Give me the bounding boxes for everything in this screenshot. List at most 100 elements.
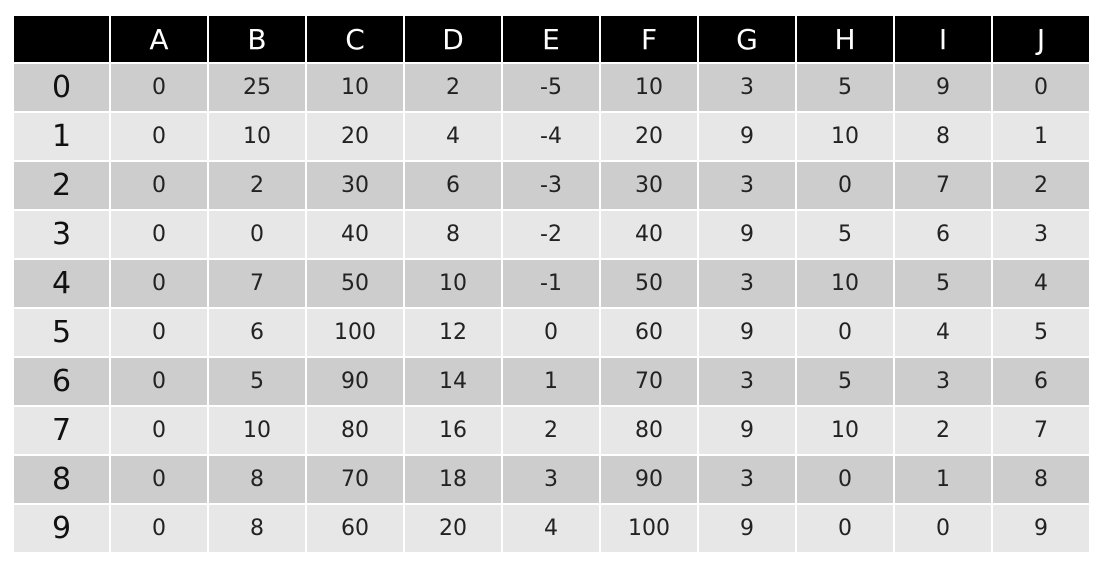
table-cell: 16 [405,407,501,454]
row-header-cell: 1 [14,113,109,160]
table-cell: 4 [503,505,599,552]
header-row: ABCDEFGHIJ [14,16,1089,62]
row-header-cell: 5 [14,309,109,356]
table-body: 0 0 25 10 2 -5 10 3 5 9 0 1 0 10 20 4 -4 20 9 10 8 1 2 0 2 30 6 -3 3… [14,64,1089,552]
table-cell: 10 [209,407,305,454]
table-cell: 1 [895,456,991,503]
table-cell: 5 [993,309,1089,356]
table-cell: 100 [601,505,697,552]
table-cell: 0 [111,113,207,160]
table-cell: 90 [307,358,403,405]
table-cell: 9 [699,309,795,356]
table-cell: 70 [307,456,403,503]
table-cell: 2 [993,162,1089,209]
table-cell: 12 [405,309,501,356]
table-cell: 0 [797,505,893,552]
table-cell: 0 [993,64,1089,111]
corner-header-cell [14,16,109,62]
table-cell: 7 [993,407,1089,454]
row-header-cell: 6 [14,358,109,405]
table-cell: 100 [307,309,403,356]
table-cell: -4 [503,113,599,160]
table-row: 6 0 5 90 14 1 70 3 5 3 6 [14,358,1089,405]
table-cell: 0 [111,64,207,111]
table-cell: 70 [601,358,697,405]
row-header-cell: 4 [14,260,109,307]
table-cell: 80 [307,407,403,454]
table-cell: 3 [699,358,795,405]
table-row: 2 0 2 30 6 -3 30 3 0 7 2 [14,162,1089,209]
table-cell: -2 [503,211,599,258]
table-cell: 7 [209,260,305,307]
column-header-e: E [503,16,599,62]
table-cell: 3 [699,456,795,503]
table-row: 8 0 8 70 18 3 90 3 0 1 8 [14,456,1089,503]
row-header-cell: 3 [14,211,109,258]
table-cell: 25 [209,64,305,111]
table-cell: 0 [209,211,305,258]
table-cell: 5 [895,260,991,307]
table-cell: -1 [503,260,599,307]
table-cell: 8 [895,113,991,160]
table-cell: 10 [797,260,893,307]
table-cell: 80 [601,407,697,454]
row-header-cell: 7 [14,407,109,454]
row-header-cell: 2 [14,162,109,209]
table-row: 4 0 7 50 10 -1 50 3 10 5 4 [14,260,1089,307]
table-cell: 20 [601,113,697,160]
table-cell: 90 [601,456,697,503]
table-cell: 10 [405,260,501,307]
table-cell: 40 [307,211,403,258]
table-cell: 14 [405,358,501,405]
table-cell: 2 [895,407,991,454]
table-cell: 3 [993,211,1089,258]
table-row: 9 0 8 60 20 4 100 9 0 0 9 [14,505,1089,552]
table-cell: 20 [307,113,403,160]
table-cell: 10 [307,64,403,111]
table-cell: 3 [895,358,991,405]
table-cell: 3 [699,260,795,307]
table-cell: 60 [601,309,697,356]
table-cell: 10 [601,64,697,111]
table-cell: 0 [111,211,207,258]
column-header-f: F [601,16,697,62]
table-cell: 1 [993,113,1089,160]
table-cell: 9 [699,211,795,258]
table-cell: 3 [699,64,795,111]
table-cell: 20 [405,505,501,552]
table-cell: 10 [797,113,893,160]
table-cell: 18 [405,456,501,503]
row-header-cell: 0 [14,64,109,111]
table-cell: 1 [503,358,599,405]
data-table: ABCDEFGHIJ 0 0 25 10 2 -5 10 3 5 9 0 1 0 10 20 4 -4 20 9 10… [12,14,1091,554]
table-cell: 7 [895,162,991,209]
table-cell: 0 [503,309,599,356]
table-cell: 3 [699,162,795,209]
table-cell: 6 [895,211,991,258]
table-cell: 5 [797,64,893,111]
column-header-a: A [111,16,207,62]
table-cell: 4 [993,260,1089,307]
table-cell: 9 [895,64,991,111]
table-cell: 5 [209,358,305,405]
table-cell: 0 [797,456,893,503]
table-cell: 0 [797,309,893,356]
table-cell: 8 [405,211,501,258]
table-cell: 2 [405,64,501,111]
table-cell: 6 [209,309,305,356]
table-cell: 9 [993,505,1089,552]
table-cell: 4 [895,309,991,356]
row-header-cell: 9 [14,505,109,552]
table-cell: 5 [797,358,893,405]
table-row: 3 0 0 40 8 -2 40 9 5 6 3 [14,211,1089,258]
table-cell: 2 [503,407,599,454]
table-cell: 0 [111,162,207,209]
table-cell: 0 [797,162,893,209]
table-cell: 0 [111,407,207,454]
table-row: 7 0 10 80 16 2 80 9 10 2 7 [14,407,1089,454]
column-header-h: H [797,16,893,62]
table-cell: 4 [405,113,501,160]
column-header-j: J [993,16,1089,62]
table-cell: 9 [699,113,795,160]
row-header-cell: 8 [14,456,109,503]
